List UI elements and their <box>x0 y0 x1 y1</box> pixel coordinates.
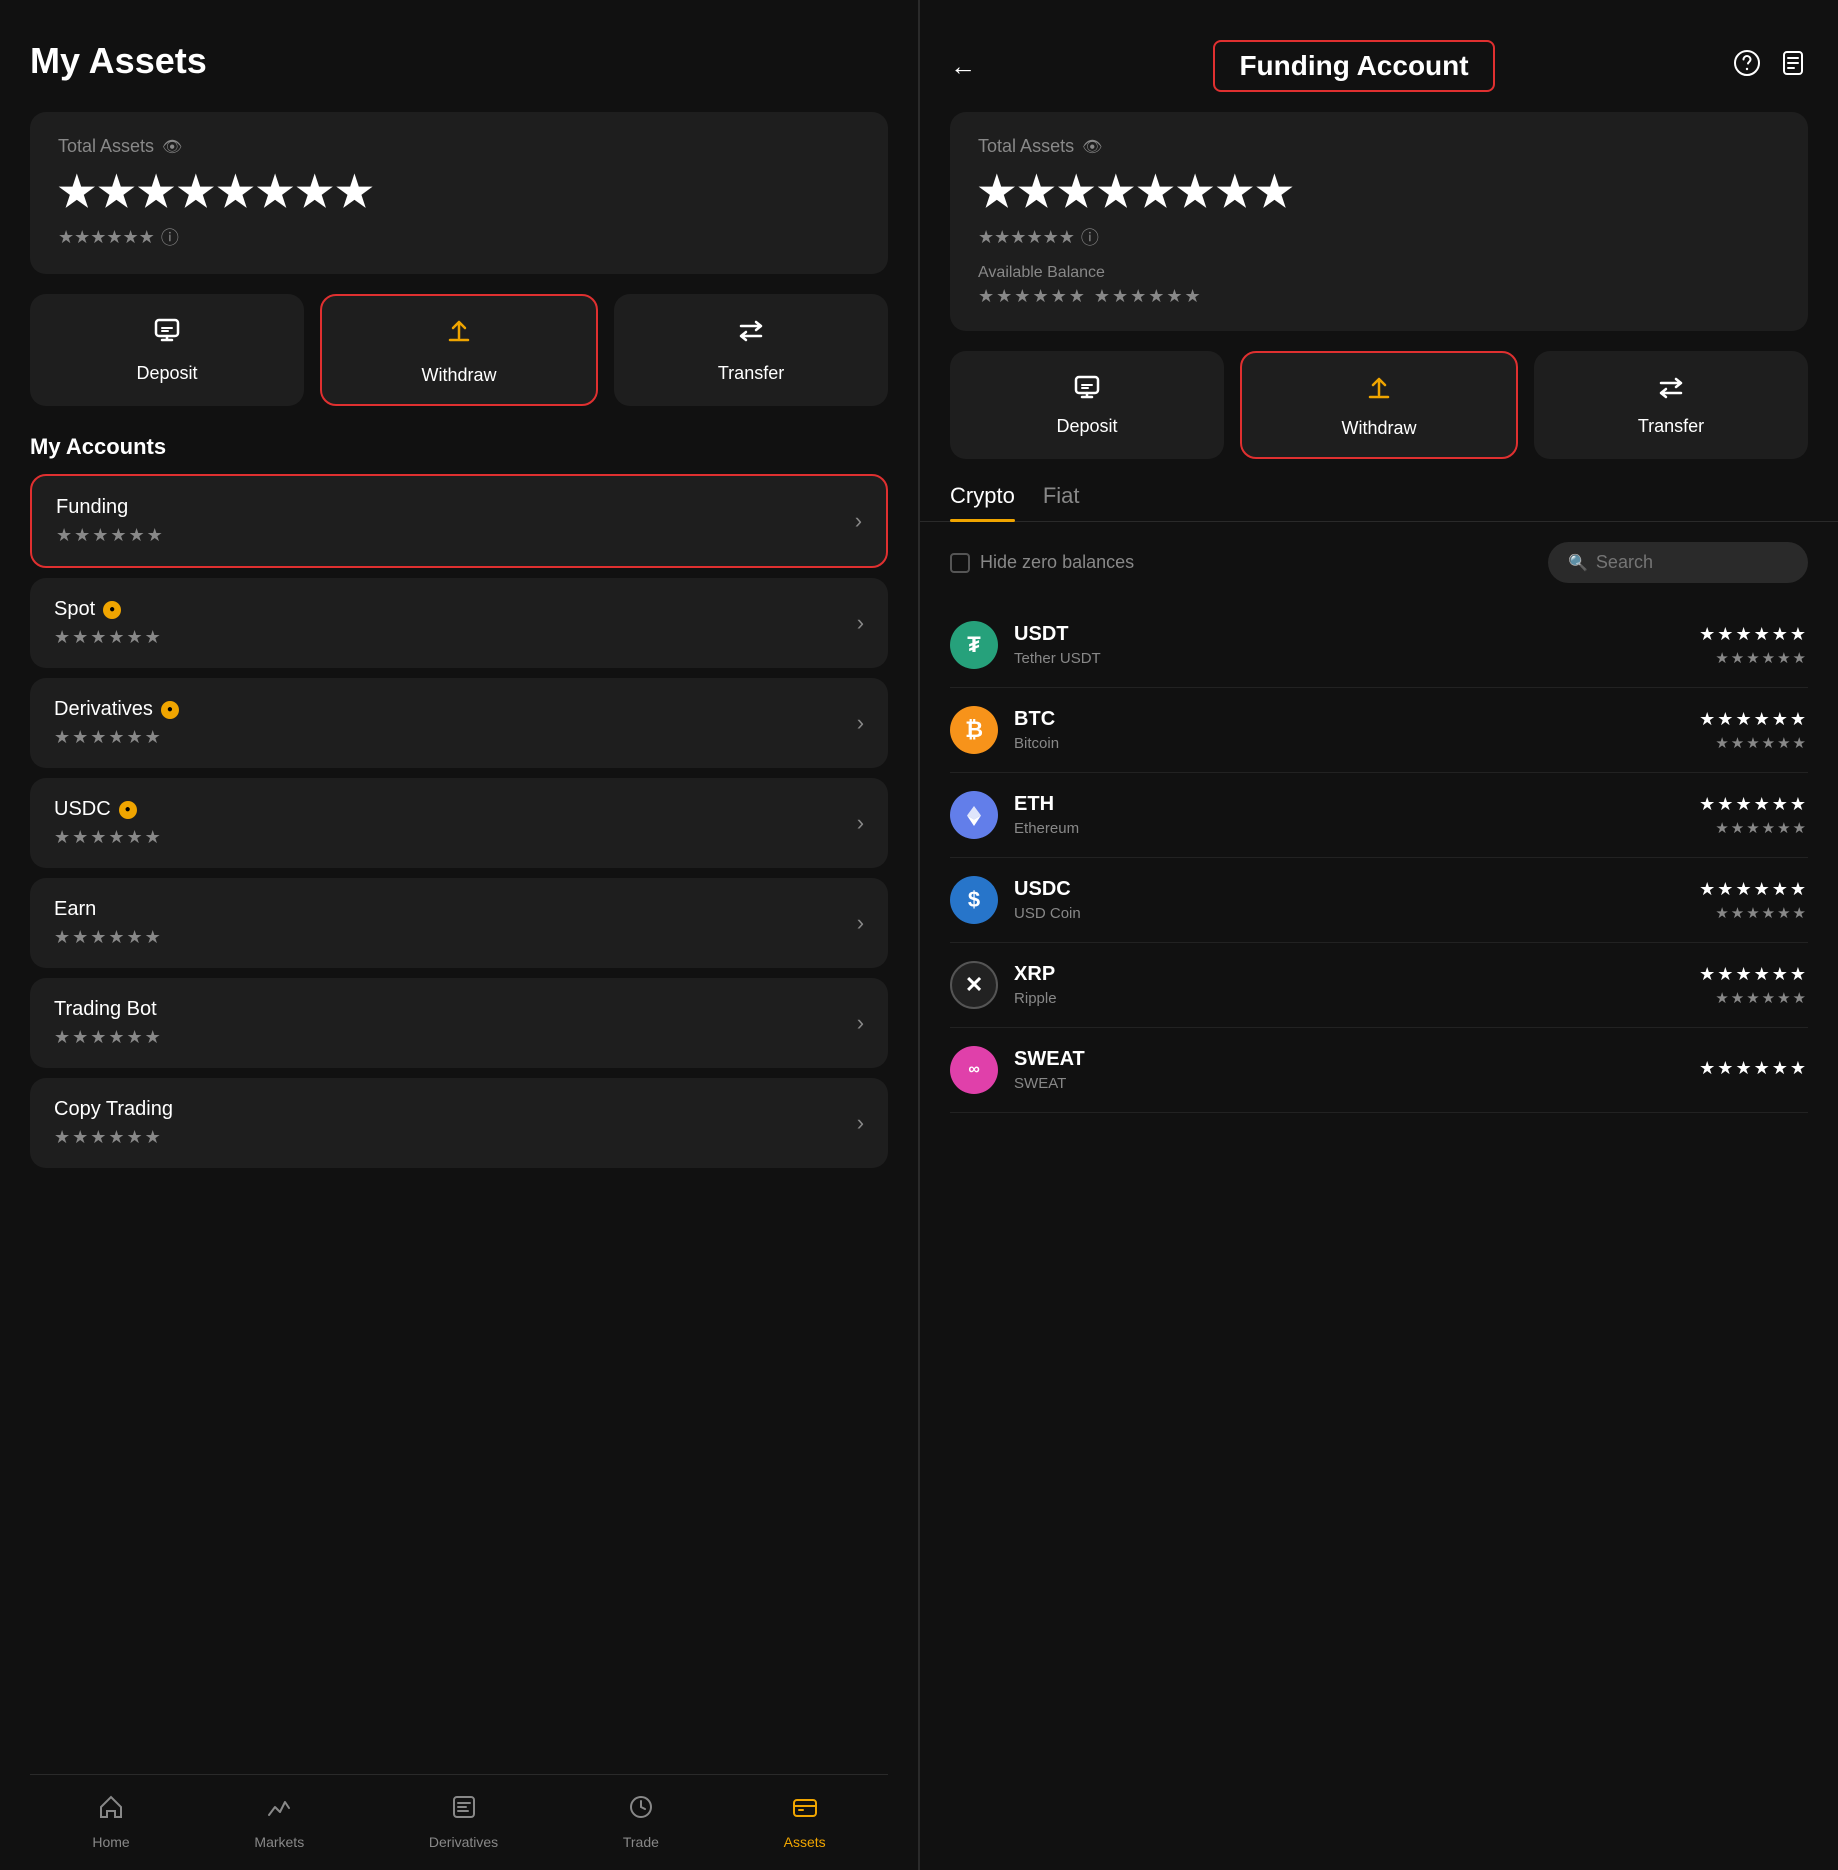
avail-balance-label: Available Balance <box>978 264 1780 282</box>
arrow-right-icon: › <box>857 1010 864 1036</box>
transfer-button[interactable]: Transfer <box>614 294 888 406</box>
right-deposit-button[interactable]: Deposit <box>950 351 1224 459</box>
nav-assets[interactable]: Assets <box>784 1793 826 1850</box>
usdc-dot-icon: ● <box>119 801 137 819</box>
transfer-icon <box>736 316 766 353</box>
right-info-icon[interactable]: ⓘ <box>1081 224 1099 250</box>
help-button[interactable] <box>1732 48 1762 85</box>
nav-derivatives[interactable]: Derivatives <box>429 1793 498 1850</box>
search-box[interactable]: 🔍 <box>1548 542 1808 583</box>
right-total-assets-label: Total Assets 👁 <box>978 136 1780 157</box>
right-transfer-icon <box>1656 373 1686 406</box>
nav-trade[interactable]: Trade <box>623 1793 659 1850</box>
crypto-item-usdt[interactable]: ₮ USDT Tether USDT ★★★★★★ ★★★★★★ <box>950 603 1808 688</box>
accounts-section-title: My Accounts <box>30 434 888 460</box>
right-withdraw-button[interactable]: Withdraw <box>1240 351 1518 459</box>
action-buttons: Deposit Withdraw Transfer <box>30 294 888 406</box>
tab-crypto[interactable]: Crypto <box>950 483 1015 521</box>
xrp-logo: ✕ <box>950 961 998 1009</box>
btc-logo: ₿ <box>950 706 998 754</box>
account-item-trading-bot[interactable]: Trading Bot ★★★★★★ › <box>30 978 888 1068</box>
markets-icon <box>265 1793 293 1828</box>
history-button[interactable] <box>1778 48 1808 85</box>
withdraw-icon <box>444 318 474 355</box>
header-icons <box>1732 48 1808 85</box>
nav-home[interactable]: Home <box>92 1793 129 1850</box>
hide-zero-label[interactable]: Hide zero balances <box>950 552 1134 573</box>
right-hide-balance-icon[interactable]: 👁 <box>1082 137 1102 157</box>
hide-zero-checkbox[interactable] <box>950 553 970 573</box>
derivatives-icon <box>450 1793 478 1828</box>
right-transfer-button[interactable]: Transfer <box>1534 351 1808 459</box>
spot-dot-icon: ● <box>103 601 121 619</box>
sweat-logo: ∞ <box>950 1046 998 1094</box>
crypto-list: ₮ USDT Tether USDT ★★★★★★ ★★★★★★ ₿ BTC B… <box>920 603 1838 1113</box>
deposit-icon <box>152 316 182 353</box>
crypto-item-btc[interactable]: ₿ BTC Bitcoin ★★★★★★ ★★★★★★ <box>950 688 1808 773</box>
nav-markets[interactable]: Markets <box>254 1793 304 1850</box>
account-item-spot[interactable]: Spot ● ★★★★★★ › <box>30 578 888 668</box>
assets-value: ★★★★★★★★ <box>58 167 860 216</box>
account-item-derivatives[interactable]: Derivatives ● ★★★★★★ › <box>30 678 888 768</box>
eth-logo <box>950 791 998 839</box>
info-icon[interactable]: ⓘ <box>161 224 179 250</box>
right-action-buttons: Deposit Withdraw Transfer <box>950 351 1808 459</box>
assets-icon <box>791 1793 819 1828</box>
right-deposit-icon <box>1072 373 1102 406</box>
right-assets-value: ★★★★★★★★ <box>978 167 1780 216</box>
crypto-item-sweat[interactable]: ∞ SWEAT SWEAT ★★★★★★ <box>950 1028 1808 1113</box>
bottom-nav: Home Markets Derivatives <box>30 1774 888 1850</box>
right-total-assets-card: Total Assets 👁 ★★★★★★★★ ★★★★★★ ⓘ Availab… <box>950 112 1808 331</box>
filter-row: Hide zero balances 🔍 <box>920 542 1838 583</box>
search-input[interactable] <box>1596 552 1788 573</box>
arrow-right-icon: › <box>855 508 862 534</box>
home-icon <box>97 1793 125 1828</box>
left-panel: My Assets Total Assets 👁 ★★★★★★★★ ★★★★★★… <box>0 0 918 1870</box>
derivatives-dot-icon: ● <box>161 701 179 719</box>
account-item-usdc[interactable]: USDC ● ★★★★★★ › <box>30 778 888 868</box>
account-item-copy-trading[interactable]: Copy Trading ★★★★★★ › <box>30 1078 888 1168</box>
search-icon: 🔍 <box>1568 553 1588 573</box>
usdc-logo: $ <box>950 876 998 924</box>
right-panel: ← Funding Account Total Assets <box>920 0 1838 1870</box>
deposit-button[interactable]: Deposit <box>30 294 304 406</box>
arrow-right-icon: › <box>857 1110 864 1136</box>
assets-sub: ★★★★★★ ⓘ <box>58 224 860 250</box>
tab-fiat[interactable]: Fiat <box>1043 483 1080 521</box>
trade-icon <box>627 1793 655 1828</box>
page-title: My Assets <box>30 40 888 82</box>
total-assets-card: Total Assets 👁 ★★★★★★★★ ★★★★★★ ⓘ <box>30 112 888 274</box>
arrow-right-icon: › <box>857 610 864 636</box>
arrow-right-icon: › <box>857 810 864 836</box>
crypto-item-eth[interactable]: ETH Ethereum ★★★★★★ ★★★★★★ <box>950 773 1808 858</box>
usdt-logo: ₮ <box>950 621 998 669</box>
crypto-item-usdc[interactable]: $ USDC USD Coin ★★★★★★ ★★★★★★ <box>950 858 1808 943</box>
header-title-box: Funding Account <box>1213 40 1494 92</box>
account-item-funding[interactable]: Funding ★★★★★★ › <box>30 474 888 568</box>
arrow-right-icon: › <box>857 910 864 936</box>
avail-balance-value: ★★★★★★ ★★★★★★ <box>978 286 1780 307</box>
back-button[interactable]: ← <box>950 51 976 82</box>
withdraw-button[interactable]: Withdraw <box>320 294 598 406</box>
accounts-list: Funding ★★★★★★ › Spot ● ★★★★★★ › Derivat… <box>30 474 888 1168</box>
account-item-earn[interactable]: Earn ★★★★★★ › <box>30 878 888 968</box>
right-withdraw-icon <box>1364 375 1394 408</box>
right-assets-sub: ★★★★★★ ⓘ <box>978 224 1780 250</box>
tabs-row: Crypto Fiat <box>920 483 1838 522</box>
arrow-right-icon: › <box>857 710 864 736</box>
right-header: ← Funding Account <box>920 0 1838 112</box>
crypto-item-xrp[interactable]: ✕ XRP Ripple ★★★★★★ ★★★★★★ <box>950 943 1808 1028</box>
header-title: Funding Account <box>1239 50 1468 81</box>
hide-balance-icon[interactable]: 👁 <box>162 137 182 157</box>
total-assets-label: Total Assets 👁 <box>58 136 860 157</box>
